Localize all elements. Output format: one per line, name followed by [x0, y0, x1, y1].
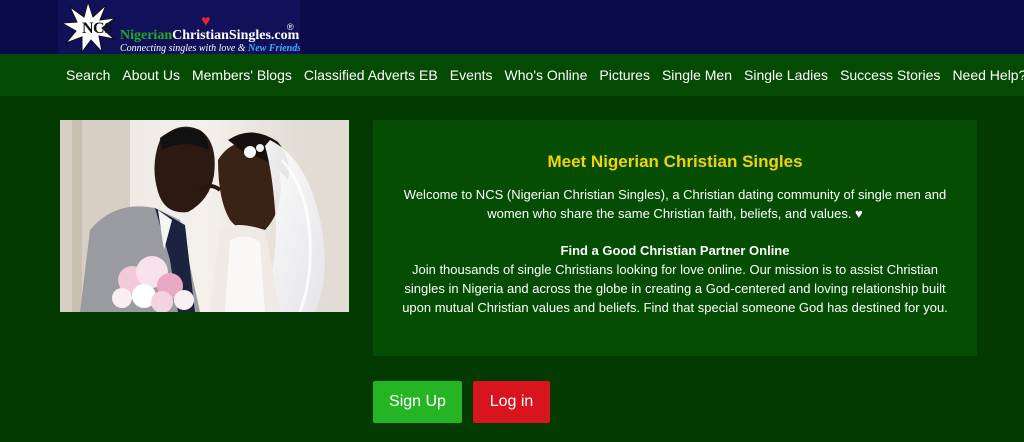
nav-whos-online[interactable]: Who's Online [499, 67, 594, 83]
logo-initials: NCS [82, 20, 113, 37]
logo-site-part-1: Nigerian [120, 28, 173, 43]
logo-site-part-2: ChristianSingles [172, 28, 271, 43]
nav-single-men[interactable]: Single Men [656, 67, 738, 83]
wedding-photo-illustration [60, 120, 349, 312]
nav-success-stories[interactable]: Success Stories [834, 67, 946, 83]
intro-welcome-text: Welcome to NCS (Nigerian Christian Singl… [403, 187, 947, 221]
nav-single-ladies[interactable]: Single Ladies [738, 67, 834, 83]
nav-search[interactable]: Search [60, 67, 116, 83]
intro-title: Meet Nigerian Christian Singles [547, 152, 803, 171]
sign-up-button[interactable]: Sign Up [373, 381, 462, 423]
logo-site-part-3: .com [270, 28, 300, 43]
wedding-couple-photo [60, 120, 349, 312]
site-logo[interactable]: NCS ♥ ® NigerianChristianSingles.com Con… [58, 0, 300, 54]
nav-about-us[interactable]: About Us [116, 67, 186, 83]
main-nav: Search About Us Members' Blogs Classifie… [0, 54, 1024, 96]
logo-tagline: Connecting singles with love & New Frien… [120, 43, 300, 54]
logo-site-name: NigerianChristianSingles.com [120, 28, 299, 44]
nav-events[interactable]: Events [444, 67, 499, 83]
intro-panel: Meet Nigerian Christian Singles Welcome … [373, 120, 977, 356]
log-in-button[interactable]: Log in [473, 381, 550, 423]
intro-body-text: Join thousands of single Christians look… [402, 262, 948, 315]
nav-members-blogs[interactable]: Members' Blogs [186, 67, 298, 83]
intro-subheading: Find a Good Christian Partner Online [560, 243, 790, 258]
logo-tagline-highlight: New Friends [248, 43, 300, 54]
nav-classified-adverts[interactable]: Classified Adverts EB [298, 67, 444, 83]
logo-tagline-text: Connecting singles with love & [120, 43, 249, 54]
nav-need-help[interactable]: Need Help? [946, 67, 1024, 83]
site-header: NCS ♥ ® NigerianChristianSingles.com Con… [0, 0, 1024, 54]
nav-pictures[interactable]: Pictures [593, 67, 656, 83]
